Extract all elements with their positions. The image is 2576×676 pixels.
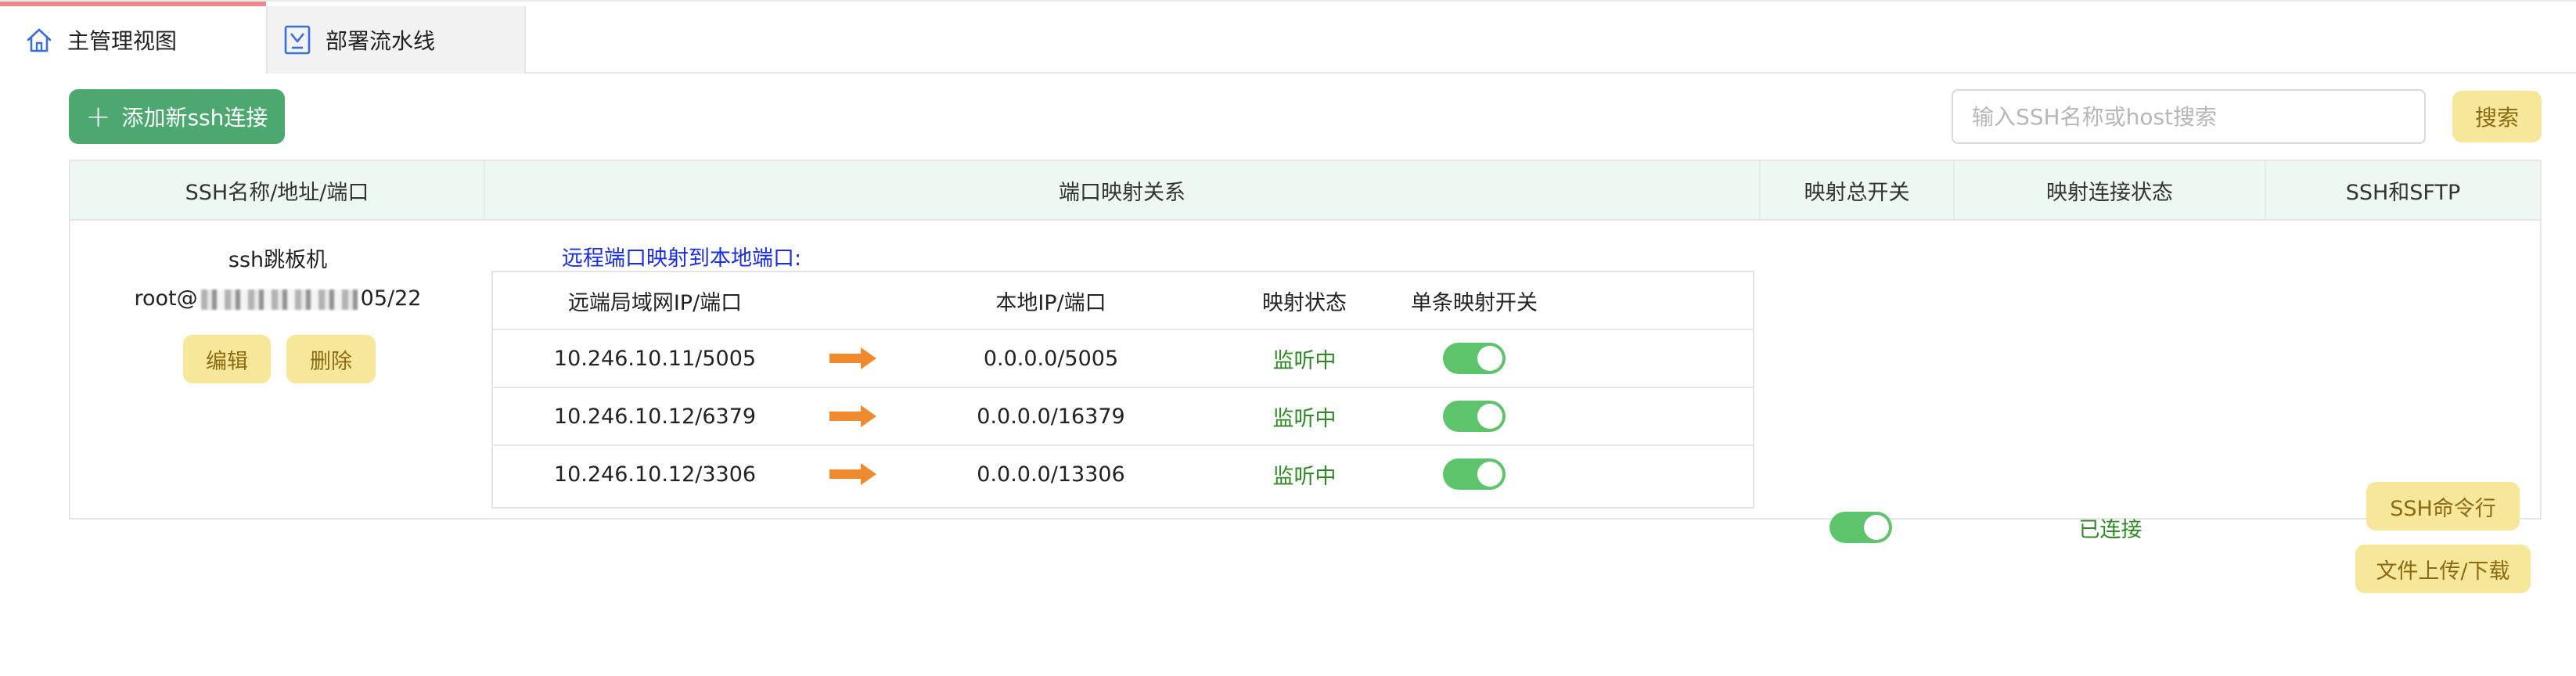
mapping-header-status: 映射状态 <box>1262 290 1347 315</box>
search-input[interactable] <box>1952 89 2426 144</box>
mapping-header-switch: 单条映射开关 <box>1411 290 1538 315</box>
arrow-right-icon <box>817 388 889 444</box>
add-ssh-button[interactable]: + 添加新ssh连接 <box>69 89 285 144</box>
edit-button[interactable]: 编辑 <box>183 335 271 383</box>
ssh-host-prefix: root@ <box>134 286 198 311</box>
mapping-header-remote: 远端局域网IP/端口 <box>567 290 743 315</box>
mapping-remote: 10.246.10.11/5005 <box>553 346 757 371</box>
ssh-host-suffix: 05/22 <box>360 286 422 311</box>
add-ssh-label: 添加新ssh连接 <box>121 105 268 131</box>
mapping-title: 远程端口映射到本地端口: <box>562 246 802 271</box>
tab-label: 部署流水线 <box>326 28 436 54</box>
mapping-switch-cell <box>1396 446 1552 502</box>
mapping-switch-cell <box>1396 330 1552 387</box>
header-mapping: 端口映射关系 <box>485 161 1761 219</box>
mapping-local: 0.0.0.0/13306 <box>977 462 1125 487</box>
header-ssh-sftp: SSH和SFTP <box>2345 180 2461 205</box>
mapping-local: 0.0.0.0/16379 <box>977 404 1125 429</box>
mapping-toggle[interactable] <box>1443 458 1506 490</box>
mapping-status: 监听中 <box>1272 348 1337 373</box>
mapping-row: 10.246.10.11/5005 0.0.0.0/5005 监听中 <box>493 330 1753 388</box>
mapping-remote: 10.246.10.12/6379 <box>553 404 757 429</box>
file-transfer-button[interactable]: 文件上传/下载 <box>2355 545 2531 593</box>
mapping-remote: 10.246.10.12/3306 <box>553 462 757 487</box>
arrow-right-icon <box>817 446 889 502</box>
mapping-header-row: 远端局域网IP/端口 本地IP/端口 映射状态 单条映射开关 <box>493 272 1753 330</box>
mapping-status: 监听中 <box>1272 464 1337 489</box>
pipeline-icon <box>284 25 311 55</box>
mapping-local: 0.0.0.0/5005 <box>983 346 1119 371</box>
tab-label: 主管理视图 <box>67 28 178 54</box>
mapping-toggle[interactable] <box>1443 401 1506 432</box>
ssh-table: SSH名称/地址/端口 端口映射关系 映射总开关 映射连接状态 SSH和SFTP… <box>69 160 2542 593</box>
ssh-host: root@ 05/22 <box>70 286 485 311</box>
mapping-switch-cell <box>1396 388 1552 444</box>
redacted-host <box>200 289 358 310</box>
mapping-toggle[interactable] <box>1443 343 1506 374</box>
mapping-header-local: 本地IP/端口 <box>995 290 1106 315</box>
arrow-right-icon <box>817 330 889 387</box>
home-icon <box>27 28 52 52</box>
tab-main-view[interactable]: 主管理视图 <box>0 2 266 74</box>
ssh-name: ssh跳板机 <box>228 248 328 272</box>
tab-bar: 主管理视图 部署流水线 <box>0 0 2576 74</box>
header-ssh: SSH名称/地址/端口 <box>70 161 485 219</box>
mapping-row: 10.246.10.12/6379 0.0.0.0/16379 监听中 <box>493 388 1753 446</box>
mapping-table: 远端局域网IP/端口 本地IP/端口 映射状态 单条映射开关 10.246.10… <box>491 271 1754 509</box>
delete-button[interactable]: 删除 <box>286 335 376 383</box>
table-header: SSH名称/地址/端口 端口映射关系 映射总开关 映射连接状态 SSH和SFTP <box>70 161 2540 221</box>
search-button[interactable]: 搜索 <box>2452 91 2542 142</box>
ssh-terminal-button[interactable]: SSH命令行 <box>2366 482 2520 530</box>
plus-icon: + <box>85 99 111 134</box>
connection-status: 已连接 <box>2078 517 2142 542</box>
header-master-switch: 映射总开关 <box>1761 161 1955 219</box>
mapping-row: 10.246.10.12/3306 0.0.0.0/13306 监听中 <box>493 446 1753 504</box>
mapping-status: 监听中 <box>1272 406 1337 431</box>
header-connection-status: 映射连接状态 <box>1955 161 2266 219</box>
tab-deploy-pipeline[interactable]: 部署流水线 <box>266 6 526 74</box>
master-mapping-toggle[interactable] <box>1829 512 1892 543</box>
